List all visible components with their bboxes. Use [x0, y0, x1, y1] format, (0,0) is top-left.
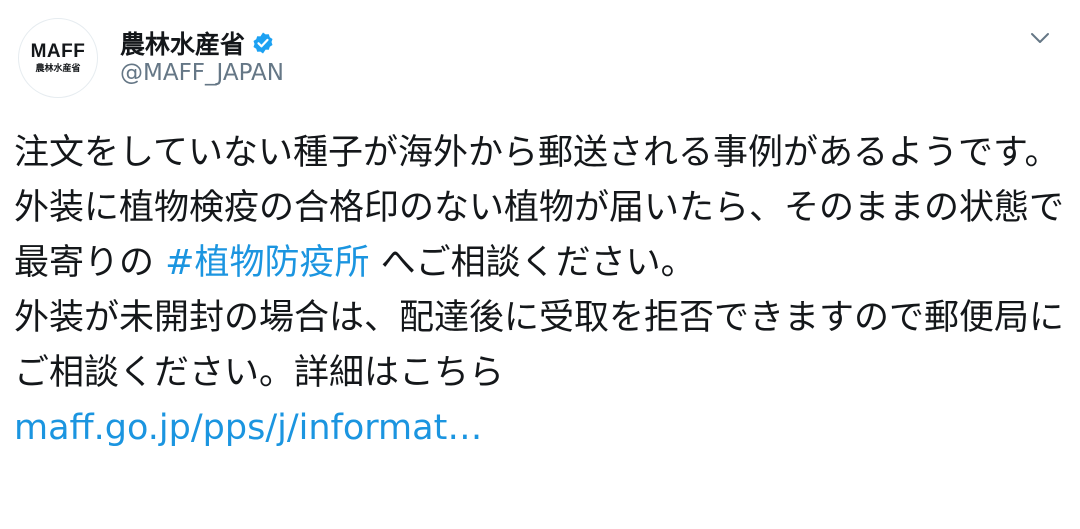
- avatar-logo-subtext: 農林水産省: [35, 63, 81, 74]
- verified-badge-icon: [251, 31, 275, 55]
- tweet-text-segment: へご相談ください。: [369, 243, 696, 283]
- avatar[interactable]: MAFF 農林水産省: [18, 18, 98, 98]
- avatar-logo-text: MAFF: [30, 40, 86, 62]
- tweet-link-line: maff.go.jp/pps/j/informat…: [14, 401, 1066, 456]
- tweet-menu-button[interactable]: [1022, 20, 1058, 56]
- tweet-header: MAFF 農林水産省 農林水産省 @MAFF_JAPAN: [0, 0, 1080, 120]
- account-handle[interactable]: @MAFF_JAPAN: [120, 60, 284, 86]
- tweet-text: 注文をしていない種子が海外から郵送される事例があるようです。外装に植物検疫の合格…: [14, 126, 1066, 456]
- hashtag-link[interactable]: #植物防疫所: [165, 243, 369, 283]
- name-row: 農林水産省: [120, 26, 275, 60]
- chevron-down-icon: [1031, 33, 1049, 43]
- url-link[interactable]: maff.go.jp/pps/j/informat…: [14, 408, 482, 448]
- tweet-paragraph-1: 注文をしていない種子が海外から郵送される事例があるようです。外装に植物検疫の合格…: [14, 126, 1066, 291]
- tweet-paragraph-2: 外装が未開封の場合は、配達後に受取を拒否できますので郵便局にご相談ください。詳細…: [14, 298, 1065, 393]
- display-name[interactable]: 農林水産省: [120, 25, 245, 61]
